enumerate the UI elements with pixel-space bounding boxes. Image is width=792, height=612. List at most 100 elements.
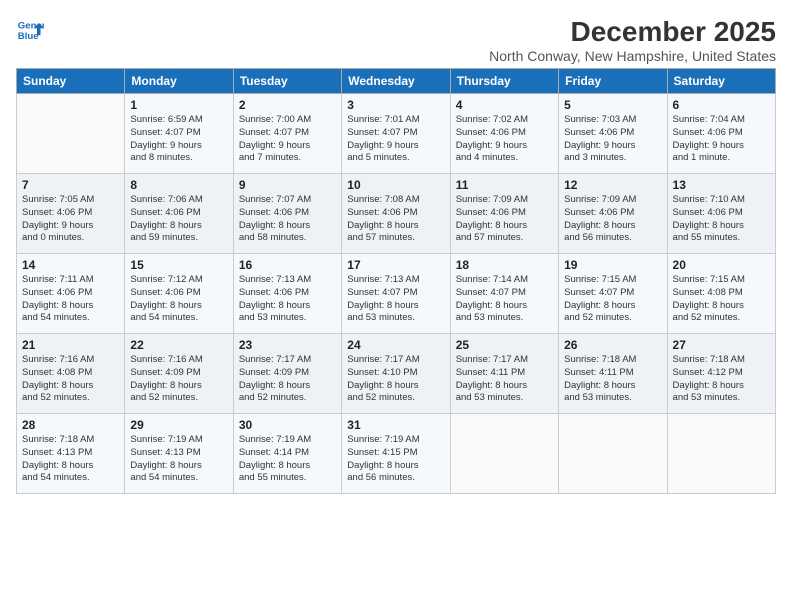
calendar-day-cell: 7Sunrise: 7:05 AM Sunset: 4:06 PM Daylig… [17, 174, 125, 254]
calendar-day-cell: 11 Sunrise: 7:09 AM Sunset: 4:06 PM Dayli… [450, 174, 558, 254]
day-number: 10 [347, 178, 444, 192]
day-info: Sunrise: 7:09 AM Sunset: 4:06 PM Dayligh… [564, 194, 661, 245]
calendar-header-cell: Sunday [17, 69, 125, 94]
header: General Blue December 2025 North Conway,… [16, 16, 776, 64]
logo-icon: General Blue [16, 16, 44, 44]
svg-text:Blue: Blue [18, 31, 39, 42]
day-info: Sunrise: 7:19 AM Sunset: 4:14 PM Dayligh… [239, 434, 336, 485]
day-number: 31 [347, 418, 444, 432]
day-info: Sunrise: 7:16 AM Sunset: 4:09 PM Dayligh… [130, 354, 227, 405]
calendar-day-cell: 3 Sunrise: 7:01 AM Sunset: 4:07 PM Daylig… [342, 94, 450, 174]
calendar-day-cell: 20Sunrise: 7:15 AM Sunset: 4:08 PM Dayli… [667, 254, 775, 334]
calendar-day-cell: 14 Sunrise: 7:11 AM Sunset: 4:06 PM Dayli… [17, 254, 125, 334]
day-info: Sunrise: 6:59 AM Sunset: 4:07 PM Dayligh… [130, 114, 227, 165]
day-number: 17 [347, 258, 444, 272]
calendar-day-cell: 29 Sunrise: 7:19 AM Sunset: 4:13 PM Dayli… [125, 414, 233, 494]
day-info: Sunrise: 7:15 AM Sunset: 4:07 PM Dayligh… [564, 274, 661, 325]
day-info: Sunrise: 7:11 AM Sunset: 4:06 PM Dayligh… [22, 274, 119, 325]
title-block: December 2025 North Conway, New Hampshir… [489, 16, 776, 64]
calendar-day-cell: 15 Sunrise: 7:12 AM Sunset: 4:06 PM Dayli… [125, 254, 233, 334]
day-number: 19 [564, 258, 661, 272]
day-number: 21 [22, 338, 119, 352]
day-info: Sunrise: 7:10 AM Sunset: 4:06 PM Dayligh… [673, 194, 770, 245]
calendar-day-cell: 22Sunrise: 7:16 AM Sunset: 4:09 PM Dayli… [125, 334, 233, 414]
logo: General Blue [16, 16, 44, 44]
calendar-header-cell: Monday [125, 69, 233, 94]
calendar-day-cell: 8Sunrise: 7:06 AM Sunset: 4:06 PM Daylig… [125, 174, 233, 254]
calendar-header-row: SundayMondayTuesdayWednesdayThursdayFrid… [17, 69, 776, 94]
day-info: Sunrise: 7:05 AM Sunset: 4:06 PM Dayligh… [22, 194, 119, 245]
day-info: Sunrise: 7:16 AM Sunset: 4:08 PM Dayligh… [22, 354, 119, 405]
day-info: Sunrise: 7:14 AM Sunset: 4:07 PM Dayligh… [456, 274, 553, 325]
day-info: Sunrise: 7:03 AM Sunset: 4:06 PM Dayligh… [564, 114, 661, 165]
month-title: December 2025 [489, 16, 776, 48]
day-number: 1 [130, 98, 227, 112]
calendar-header-cell: Friday [559, 69, 667, 94]
day-number: 5 [564, 98, 661, 112]
calendar-week-row: 21 Sunrise: 7:16 AM Sunset: 4:08 PM Dayli… [17, 334, 776, 414]
calendar-week-row: 1 Sunrise: 6:59 AM Sunset: 4:07 PM Daylig… [17, 94, 776, 174]
day-info: Sunrise: 7:19 AM Sunset: 4:15 PM Dayligh… [347, 434, 444, 485]
day-info: Sunrise: 7:18 AM Sunset: 4:12 PM Dayligh… [673, 354, 770, 405]
calendar-day-cell: 5 Sunrise: 7:03 AM Sunset: 4:06 PM Daylig… [559, 94, 667, 174]
day-number: 28 [22, 418, 119, 432]
calendar-day-cell [667, 414, 775, 494]
day-number: 9 [239, 178, 336, 192]
calendar-day-cell: 21 Sunrise: 7:16 AM Sunset: 4:08 PM Dayli… [17, 334, 125, 414]
calendar-day-cell: 12 Sunrise: 7:09 AM Sunset: 4:06 PM Dayli… [559, 174, 667, 254]
calendar-day-cell [450, 414, 558, 494]
day-info: Sunrise: 7:17 AM Sunset: 4:11 PM Dayligh… [456, 354, 553, 405]
calendar-header-cell: Saturday [667, 69, 775, 94]
day-number: 15 [130, 258, 227, 272]
calendar-day-cell: 24Sunrise: 7:17 AM Sunset: 4:10 PM Dayli… [342, 334, 450, 414]
calendar-header-cell: Wednesday [342, 69, 450, 94]
day-number: 27 [673, 338, 770, 352]
calendar-day-cell: 23Sunrise: 7:17 AM Sunset: 4:09 PM Dayli… [233, 334, 341, 414]
calendar-day-cell: 18 Sunrise: 7:14 AM Sunset: 4:07 PM Dayli… [450, 254, 558, 334]
day-info: Sunrise: 7:08 AM Sunset: 4:06 PM Dayligh… [347, 194, 444, 245]
day-info: Sunrise: 7:12 AM Sunset: 4:06 PM Dayligh… [130, 274, 227, 325]
calendar-day-cell: 31 Sunrise: 7:19 AM Sunset: 4:15 PM Dayli… [342, 414, 450, 494]
calendar-day-cell: 19 Sunrise: 7:15 AM Sunset: 4:07 PM Dayli… [559, 254, 667, 334]
day-info: Sunrise: 7:13 AM Sunset: 4:06 PM Dayligh… [239, 274, 336, 325]
calendar-body: 1 Sunrise: 6:59 AM Sunset: 4:07 PM Daylig… [17, 94, 776, 494]
day-info: Sunrise: 7:18 AM Sunset: 4:11 PM Dayligh… [564, 354, 661, 405]
calendar-day-cell: 6Sunrise: 7:04 AM Sunset: 4:06 PM Daylig… [667, 94, 775, 174]
calendar-day-cell: 25 Sunrise: 7:17 AM Sunset: 4:11 PM Dayli… [450, 334, 558, 414]
day-info: Sunrise: 7:09 AM Sunset: 4:06 PM Dayligh… [456, 194, 553, 245]
day-number: 11 [456, 178, 553, 192]
day-info: Sunrise: 7:00 AM Sunset: 4:07 PM Dayligh… [239, 114, 336, 165]
calendar-header-cell: Tuesday [233, 69, 341, 94]
calendar-day-cell: 1 Sunrise: 6:59 AM Sunset: 4:07 PM Daylig… [125, 94, 233, 174]
day-number: 12 [564, 178, 661, 192]
day-info: Sunrise: 7:07 AM Sunset: 4:06 PM Dayligh… [239, 194, 336, 245]
calendar-day-cell: 30 Sunrise: 7:19 AM Sunset: 4:14 PM Dayli… [233, 414, 341, 494]
day-number: 18 [456, 258, 553, 272]
day-number: 24 [347, 338, 444, 352]
calendar-day-cell: 4Sunrise: 7:02 AM Sunset: 4:06 PM Daylig… [450, 94, 558, 174]
day-number: 16 [239, 258, 336, 272]
calendar-week-row: 7Sunrise: 7:05 AM Sunset: 4:06 PM Daylig… [17, 174, 776, 254]
calendar-day-cell [17, 94, 125, 174]
calendar-day-cell: 28Sunrise: 7:18 AM Sunset: 4:13 PM Dayli… [17, 414, 125, 494]
day-number: 14 [22, 258, 119, 272]
calendar-day-cell: 9 Sunrise: 7:07 AM Sunset: 4:06 PM Daylig… [233, 174, 341, 254]
day-number: 6 [673, 98, 770, 112]
day-number: 23 [239, 338, 336, 352]
location-title: North Conway, New Hampshire, United Stat… [489, 48, 776, 64]
day-info: Sunrise: 7:13 AM Sunset: 4:07 PM Dayligh… [347, 274, 444, 325]
calendar-day-cell: 26 Sunrise: 7:18 AM Sunset: 4:11 PM Dayli… [559, 334, 667, 414]
day-number: 25 [456, 338, 553, 352]
day-info: Sunrise: 7:01 AM Sunset: 4:07 PM Dayligh… [347, 114, 444, 165]
day-number: 29 [130, 418, 227, 432]
day-info: Sunrise: 7:19 AM Sunset: 4:13 PM Dayligh… [130, 434, 227, 485]
day-number: 30 [239, 418, 336, 432]
calendar-table: SundayMondayTuesdayWednesdayThursdayFrid… [16, 68, 776, 494]
day-number: 8 [130, 178, 227, 192]
day-info: Sunrise: 7:02 AM Sunset: 4:06 PM Dayligh… [456, 114, 553, 165]
day-number: 26 [564, 338, 661, 352]
calendar-day-cell: 27 Sunrise: 7:18 AM Sunset: 4:12 PM Dayli… [667, 334, 775, 414]
calendar-day-cell: 16 Sunrise: 7:13 AM Sunset: 4:06 PM Dayli… [233, 254, 341, 334]
day-info: Sunrise: 7:15 AM Sunset: 4:08 PM Dayligh… [673, 274, 770, 325]
day-number: 3 [347, 98, 444, 112]
